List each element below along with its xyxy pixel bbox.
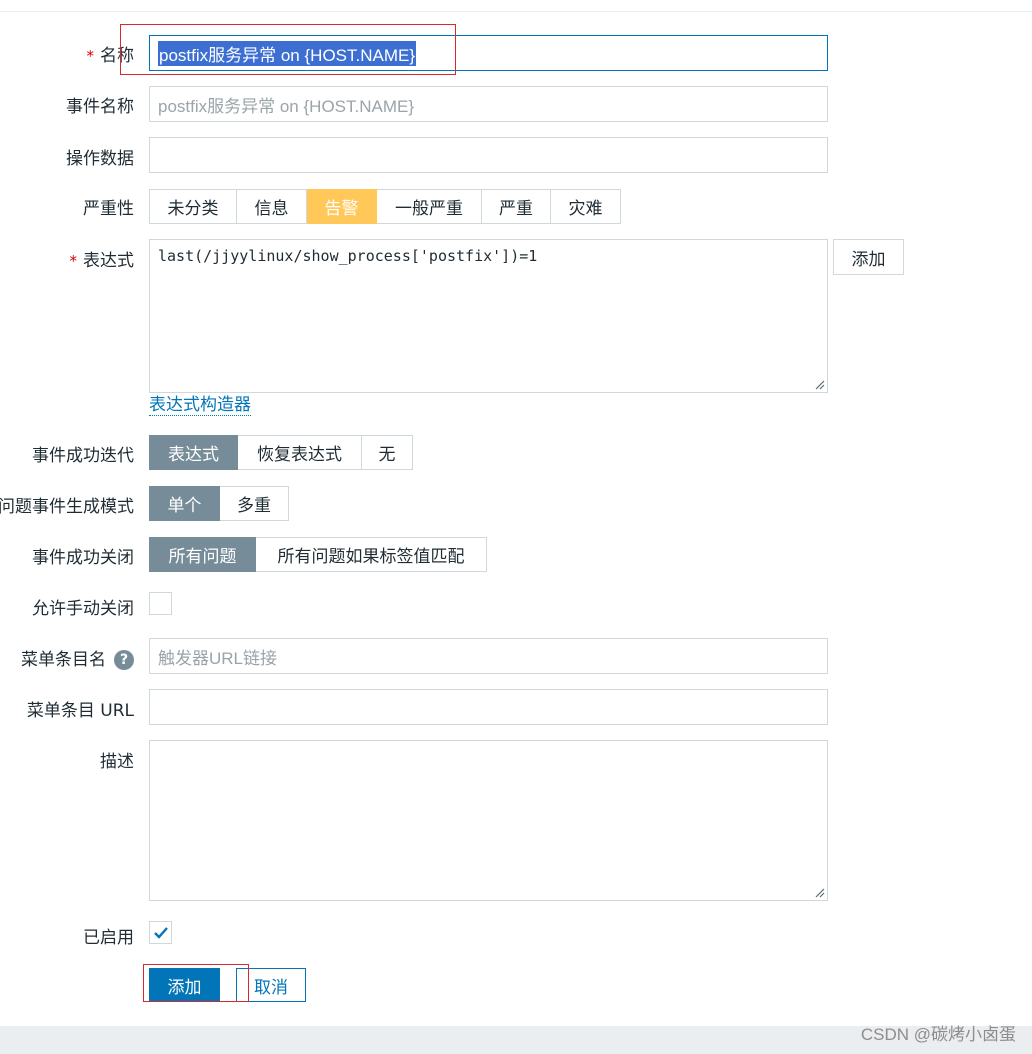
ok-close-all-problems[interactable]: 所有问题: [149, 537, 256, 572]
opdata-input[interactable]: [149, 137, 828, 173]
cancel-button[interactable]: 取消: [236, 968, 306, 1002]
required-mark: *: [69, 252, 78, 270]
event-name-input[interactable]: postfix服务异常 on {HOST.NAME}: [149, 86, 828, 122]
description-label: 描述: [100, 752, 134, 772]
severity-not-classified[interactable]: 未分类: [149, 189, 237, 224]
description-textarea[interactable]: [149, 740, 828, 901]
name-input[interactable]: postfix服务异常 on {HOST.NAME}: [149, 35, 828, 71]
url-name-input[interactable]: 触发器URL链接: [149, 638, 828, 674]
expression-add-button[interactable]: 添加: [833, 239, 904, 275]
problem-mode-single[interactable]: 单个: [149, 486, 220, 521]
ok-event-generation-selector: 表达式 恢复表达式 无: [149, 435, 413, 470]
expression-builder-link[interactable]: 表达式构造器: [149, 395, 251, 416]
name-input-value: postfix服务异常 on {HOST.NAME}: [158, 40, 417, 66]
severity-high[interactable]: 严重: [482, 189, 551, 224]
help-icon[interactable]: ?: [114, 650, 134, 670]
enabled-checkbox[interactable]: [149, 921, 172, 944]
checkmark-icon: [153, 926, 168, 939]
resize-grip-icon[interactable]: [815, 380, 825, 390]
problem-mode-selector: 单个 多重: [149, 486, 289, 521]
severity-average[interactable]: 一般严重: [377, 189, 482, 224]
severity-disaster[interactable]: 灾难: [551, 189, 621, 224]
manual-close-checkbox[interactable]: [149, 592, 172, 615]
ok-event-generation-label: 事件成功迭代: [32, 446, 134, 466]
severity-selector: 未分类 信息 告警 一般严重 严重 灾难: [149, 189, 621, 224]
ok-close-selector: 所有问题 所有问题如果标签值匹配: [149, 537, 487, 572]
ok-close-label: 事件成功关闭: [32, 548, 134, 568]
expression-value: last(/jjyylinux/show_process['postfix'])…: [158, 247, 538, 265]
expression-label: * 表达式: [69, 251, 135, 271]
opdata-label: 操作数据: [66, 149, 134, 169]
ok-event-gen-expression[interactable]: 表达式: [149, 435, 238, 470]
problem-mode-multiple[interactable]: 多重: [220, 486, 289, 521]
url-label: 菜单条目 URL: [26, 701, 134, 721]
watermark: CSDN @碳烤小卤蛋: [860, 1025, 1016, 1044]
ok-event-gen-recovery-expression[interactable]: 恢复表达式: [238, 435, 362, 470]
manual-close-label: 允许手动关闭: [32, 599, 134, 619]
required-mark: *: [86, 47, 95, 65]
url-name-label: 菜单条目名?: [21, 645, 134, 670]
event-name-placeholder: postfix服务异常 on {HOST.NAME}: [158, 96, 415, 116]
severity-warning[interactable]: 告警: [307, 189, 377, 224]
url-input[interactable]: [149, 689, 828, 725]
severity-information[interactable]: 信息: [237, 189, 307, 224]
url-name-placeholder: 触发器URL链接: [158, 648, 278, 668]
ok-event-gen-none[interactable]: 无: [362, 435, 413, 470]
name-label: * 名称: [86, 46, 135, 66]
resize-grip-icon[interactable]: [815, 888, 825, 898]
expression-textarea[interactable]: last(/jjyylinux/show_process['postfix'])…: [149, 239, 828, 393]
event-name-label: 事件名称: [66, 97, 134, 117]
enabled-label: 已启用: [83, 928, 134, 948]
ok-close-tag-match[interactable]: 所有问题如果标签值匹配: [256, 537, 487, 572]
problem-mode-label: 问题事件生成模式: [0, 497, 134, 517]
top-divider: [0, 11, 1032, 12]
add-button[interactable]: 添加: [149, 968, 220, 1002]
severity-label: 严重性: [83, 199, 134, 219]
